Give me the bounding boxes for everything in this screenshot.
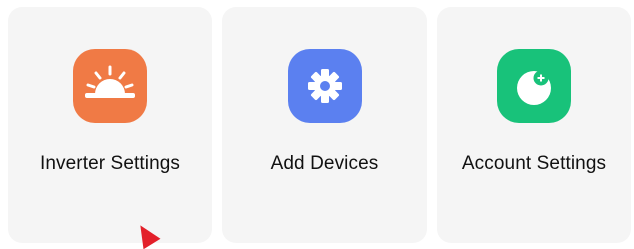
add-devices-card[interactable]: Add Devices — [222, 7, 427, 243]
inverter-settings-label: Inverter Settings — [39, 153, 181, 174]
add-devices-label: Add Devices — [270, 153, 379, 174]
account-settings-card[interactable]: Account Settings — [437, 7, 631, 243]
sunrise-icon — [73, 49, 147, 123]
gear-icon — [287, 49, 362, 123]
account-settings-label: Account Settings — [461, 153, 607, 174]
inverter-settings-card[interactable]: Inverter Settings — [8, 7, 212, 243]
account-add-icon — [497, 49, 571, 123]
